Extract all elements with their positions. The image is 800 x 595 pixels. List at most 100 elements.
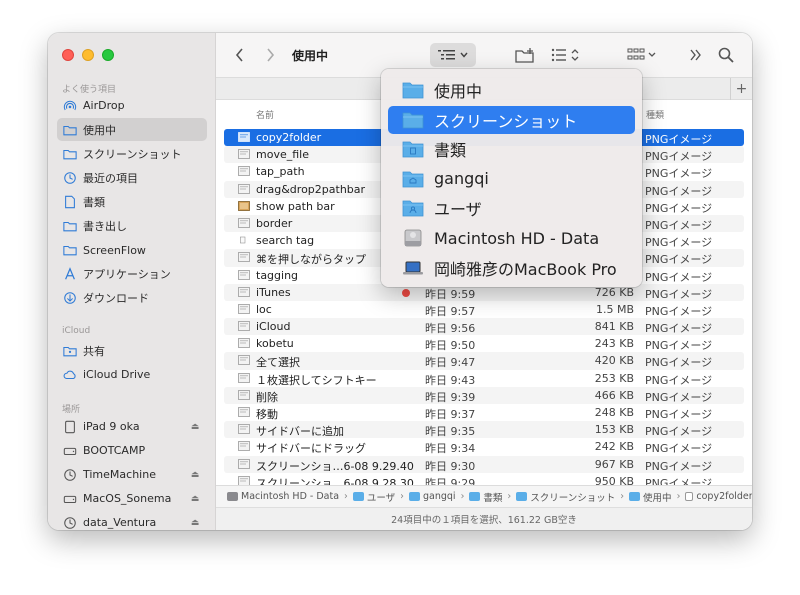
applications-icon [63,267,77,281]
file-row[interactable]: 削除 昨日 9:39 466 KB PNGイメージ [224,386,744,404]
file-kind: PNGイメージ [645,270,713,284]
clock-icon [63,171,77,185]
image-file-icon [238,252,250,263]
menu-item[interactable]: gangqi [388,165,635,193]
file-kind: PNGイメージ [645,390,713,404]
folder-icon [402,81,424,99]
sort-list-icon [551,48,579,62]
menu-item-label: gangqi [434,169,489,189]
forward-button[interactable] [260,45,280,65]
file-kind: PNGイメージ [645,408,713,421]
file-name: 全て選択 [256,356,300,370]
sidebar-item-label: ScreenFlow [83,243,146,257]
file-kind: PNGイメージ [645,373,713,387]
sidebar-item-bootcamp[interactable]: BOOTCAMP [57,439,207,462]
file-row[interactable]: スクリーンショ…6-08 9.29.40 昨日 9:30 967 KB PNGイメージ [224,455,744,473]
menu-item[interactable]: 使用中 [388,76,635,104]
column-name-header[interactable]: 名前 [256,108,274,121]
menu-item[interactable]: 書類 [388,135,635,163]
eject-icon[interactable]: ⏏ [187,422,203,432]
menu-item[interactable]: 岡崎雅彦のMacBook Pro [388,254,635,282]
file-date: 昨日 9:34 [425,442,476,456]
image-file-icon [238,424,250,435]
cloud-icon [63,368,77,382]
sidebar-item-スクリーンショット[interactable]: スクリーンショット [57,142,207,165]
path-menu-button[interactable] [430,43,476,67]
sidebar-item-label: iCloud Drive [83,368,151,382]
list-icon [438,50,455,60]
airdrop-icon [63,99,77,113]
users-folder-icon [402,199,424,217]
image-file-icon [238,149,250,160]
file-size: 248 KB [594,406,634,419]
file-row[interactable]: kobetu 昨日 9:50 243 KB PNGイメージ [224,335,744,352]
sidebar-item-screenflow[interactable]: ScreenFlow [57,239,207,262]
file-row[interactable]: サイドバーに追加 昨日 9:35 153 KB PNGイメージ [224,421,744,439]
sidebar-item-data_ventura[interactable]: data_Ventura ⏏ [57,511,207,530]
more-toolbar-button[interactable] [686,45,706,65]
menu-item[interactable]: スクリーンショット [388,105,635,134]
path-segment[interactable]: 使用中 [629,490,672,504]
file-size: 726 KB [594,285,634,299]
hard-drive-icon [402,229,424,247]
close-button[interactable] [62,49,74,61]
path-segment[interactable]: 書類 [469,490,502,504]
eject-icon[interactable]: ⏏ [187,470,203,480]
sidebar-item-airdrop[interactable]: AirDrop [57,94,207,117]
file-row[interactable]: iCloud 昨日 9:56 841 KB PNGイメージ [224,318,744,336]
image-file-icon [238,321,250,331]
sidebar-item-ダウンロード[interactable]: ダウンロード [57,287,207,310]
eject-icon[interactable]: ⏏ [187,518,203,528]
image-file-icon [238,355,250,366]
sidebar-item-ipad-9-oka[interactable]: iPad 9 oka ⏏ [57,415,207,438]
view-options-button[interactable] [626,45,658,65]
sidebar-item-icloud-drive[interactable]: iCloud Drive [57,363,207,386]
file-row[interactable]: １枚選択してシフトキー 昨日 9:43 253 KB PNGイメージ [224,370,744,387]
file-date: 昨日 9:37 [425,408,476,421]
path-segment[interactable]: ユーザ [352,490,395,504]
folder-icon [469,492,481,501]
eject-icon[interactable]: ⏏ [187,494,203,504]
sidebar-section-icloud: iCloud [62,326,91,336]
path-segment-label: copy2folder [696,491,752,502]
grid-icon [627,48,656,60]
sidebar-item-書き出し[interactable]: 書き出し [57,215,207,238]
zoom-button[interactable] [102,49,114,61]
menu-item-label: ユーザ [434,200,482,220]
sidebar-item-書類[interactable]: 書類 [57,190,207,213]
search-button[interactable] [715,45,737,65]
file-size: 841 KB [594,320,634,334]
path-segment[interactable]: gangqi [408,491,456,502]
menu-item[interactable]: Macintosh HD - Data [388,224,635,252]
sidebar-item-timemachine[interactable]: TimeMachine ⏏ [57,463,207,486]
image-file-icon [238,166,250,177]
sort-button[interactable] [550,45,582,65]
column-kind-header[interactable]: 種類 [646,108,664,121]
image-file-icon [238,372,250,383]
folder-add-icon [515,47,534,63]
sidebar-item-macos_sonema[interactable]: MacOS_Sonema ⏏ [57,487,207,510]
sidebar-item-label: 共有 [83,344,105,358]
sidebar-item-共有[interactable]: 共有 [57,339,207,362]
menu-item[interactable]: ユーザ [388,194,635,222]
chevron-right-icon [267,48,275,62]
new-folder-button[interactable] [514,45,536,65]
sidebar-item-最近の項目[interactable]: 最近の項目 [57,166,207,189]
path-segment[interactable]: スクリーンショット [516,490,615,504]
file-row[interactable]: サイドバーにドラッグ 昨日 9:34 242 KB PNGイメージ [224,438,744,455]
file-kind: PNGイメージ [645,442,713,456]
sidebar-item-アプリケーション[interactable]: アプリケーション [57,263,207,286]
window-title: 使用中 [292,49,329,63]
file-row[interactable]: loc 昨日 9:57 1.5 MB PNGイメージ [224,301,744,318]
path-segment[interactable]: Macintosh HD - Data [227,491,339,502]
path-segment[interactable]: copy2folder [685,491,752,502]
file-row[interactable]: 全て選択 昨日 9:47 420 KB PNGイメージ [224,352,744,370]
new-tab-button[interactable]: + [730,78,752,100]
sidebar-item-使用中[interactable]: 使用中 [57,118,207,142]
folder-icon [402,111,424,129]
back-button[interactable] [230,45,250,65]
minimize-button[interactable] [82,49,94,61]
folder-icon [63,243,77,257]
file-row[interactable]: 移動 昨日 9:37 248 KB PNGイメージ [224,404,744,421]
path-segment-label: Macintosh HD - Data [241,491,340,502]
